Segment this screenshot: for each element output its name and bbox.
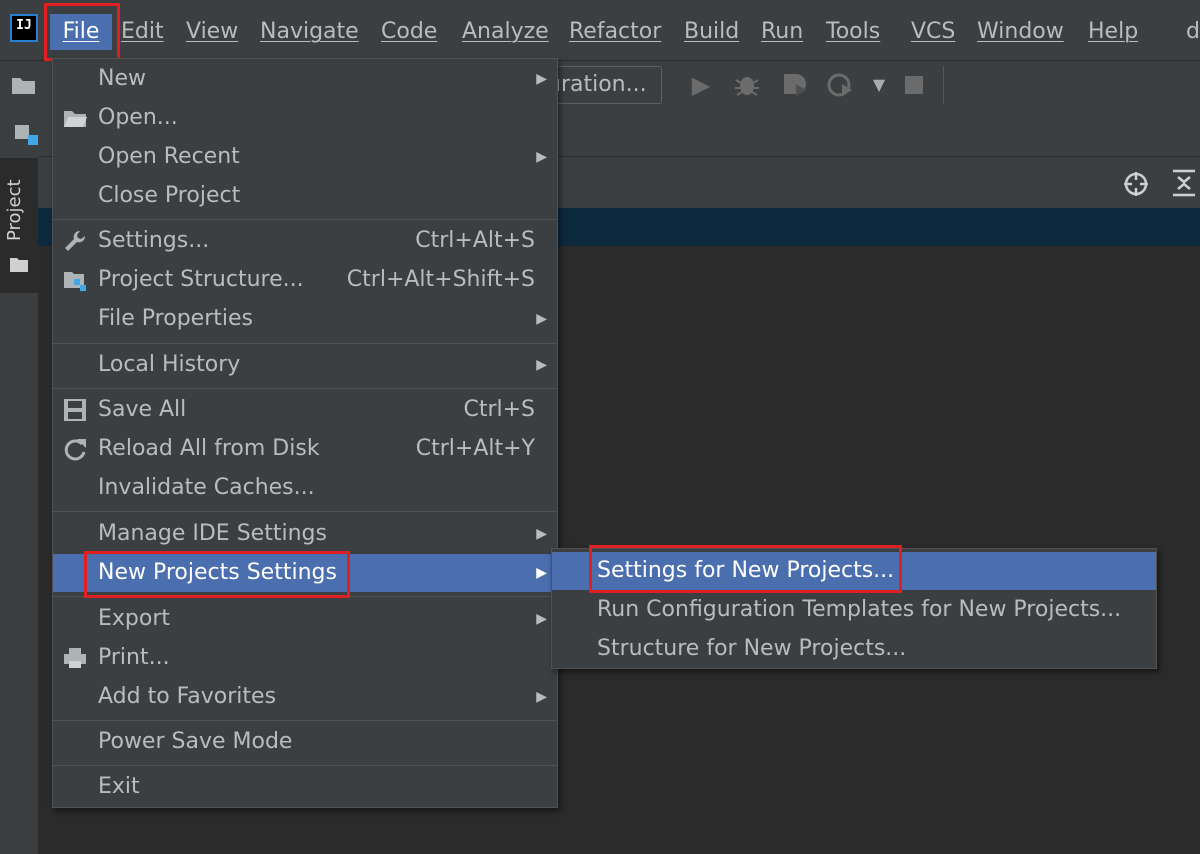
menu-item-label: Project Structure...	[98, 267, 304, 292]
submenu-item-label: Settings for New Projects...	[597, 558, 895, 583]
menu-item-project-structure[interactable]: Project Structure... Ctrl+Alt+Shift+S	[53, 261, 557, 299]
menu-item-shortcut: Ctrl+Alt+Shift+S	[346, 267, 535, 292]
menu-item-label: Exit	[98, 774, 140, 799]
menu-item-file-properties[interactable]: File Properties ▶	[53, 300, 557, 338]
run-configuration-select[interactable]: uration...	[540, 66, 662, 104]
coverage-icon[interactable]	[780, 70, 810, 100]
submenu-arrow-icon: ▶	[536, 357, 547, 373]
menu-item-label: Open...	[98, 105, 178, 130]
submenu-item-structure-for-new-projects[interactable]: Structure for New Projects...	[552, 630, 1156, 668]
menu-item-add-to-favorites[interactable]: Add to Favorites ▶	[53, 678, 557, 716]
menu-item-label: Add to Favorites	[98, 684, 277, 709]
folder-open-icon	[64, 111, 87, 127]
menu-separator	[53, 511, 557, 512]
submenu-arrow-icon: ▶	[536, 71, 547, 87]
menu-item-shortcut: Ctrl+Alt+S	[415, 228, 535, 253]
menu-item-close-project[interactable]: Close Project	[53, 177, 557, 215]
debug-icon[interactable]	[732, 70, 762, 100]
menu-help[interactable]: Help	[1088, 14, 1138, 50]
menu-item-label: Close Project	[98, 183, 241, 208]
menu-item-label: Export	[98, 606, 171, 631]
folder-open-icon[interactable]	[11, 74, 37, 96]
menubar-overflow-text: d	[1186, 19, 1200, 44]
submenu-item-run-configuration-templates[interactable]: Run Configuration Templates for New Proj…	[552, 591, 1156, 629]
submenu-item-settings-for-new-projects[interactable]: Settings for New Projects...	[552, 552, 1156, 590]
menu-run[interactable]: Run	[761, 14, 803, 50]
menu-item-invalidate-caches[interactable]: Invalidate Caches...	[53, 469, 557, 507]
menu-view[interactable]: View	[186, 14, 238, 50]
menu-item-reload-all[interactable]: Reload All from Disk Ctrl+Alt+Y	[53, 430, 557, 468]
menu-bar: IJ File Edit View Navigate Code Analyze …	[0, 0, 1200, 61]
submenu-arrow-icon: ▶	[536, 689, 547, 705]
menu-item-label: New	[98, 66, 146, 91]
menu-item-label: Print...	[98, 645, 170, 670]
menu-tools[interactable]: Tools	[826, 14, 880, 50]
menu-separator	[53, 765, 557, 766]
save-icon	[64, 399, 86, 421]
wrench-icon	[65, 230, 86, 251]
menu-separator	[53, 720, 557, 721]
menu-separator	[53, 388, 557, 389]
menu-window[interactable]: Window	[977, 14, 1064, 50]
menu-analyze[interactable]: Analyze	[462, 14, 549, 50]
menu-file[interactable]: File	[50, 14, 112, 50]
menu-item-print[interactable]: Print...	[53, 639, 557, 677]
menu-item-label: Power Save Mode	[98, 729, 293, 754]
menu-item-manage-ide-settings[interactable]: Manage IDE Settings ▶	[53, 515, 557, 553]
new-projects-settings-submenu: Settings for New Projects... Run Configu…	[551, 548, 1157, 669]
menu-separator	[53, 343, 557, 344]
submenu-item-label: Structure for New Projects...	[597, 636, 907, 661]
menu-refactor[interactable]: Refactor	[569, 14, 661, 50]
menu-separator	[53, 219, 557, 220]
menu-item-label: Settings...	[98, 228, 210, 253]
menu-separator	[53, 596, 557, 597]
menu-item-label: File Properties	[98, 306, 253, 331]
submenu-item-label: Run Configuration Templates for New Proj…	[597, 597, 1122, 622]
menu-item-save-all[interactable]: Save All Ctrl+S	[53, 391, 557, 429]
menu-navigate[interactable]: Navigate	[260, 14, 359, 50]
stop-icon[interactable]	[899, 70, 929, 100]
menu-code[interactable]: Code	[381, 14, 437, 50]
app-logo-icon: IJ	[10, 14, 38, 42]
toolbar-divider	[943, 66, 944, 104]
menu-item-label: Manage IDE Settings	[98, 521, 327, 546]
printer-icon	[64, 648, 86, 668]
menu-item-open[interactable]: Open...	[53, 99, 557, 137]
menu-item-label: Save All	[98, 397, 187, 422]
submenu-arrow-icon: ▶	[536, 526, 547, 542]
folder-icon	[10, 258, 28, 272]
locate-target-icon[interactable]	[1122, 170, 1150, 198]
project-tab-label[interactable]: Project	[4, 175, 34, 245]
collapse-all-icon[interactable]	[1171, 168, 1197, 198]
menu-item-export[interactable]: Export ▶	[53, 600, 557, 638]
menu-item-power-save-mode[interactable]: Power Save Mode	[53, 723, 557, 761]
chevron-down-icon[interactable]: ▼	[864, 70, 894, 100]
menu-item-label: Open Recent	[98, 144, 240, 169]
submenu-arrow-icon: ▶	[536, 149, 547, 165]
menu-item-open-recent[interactable]: Open Recent ▶	[53, 138, 557, 176]
run-icon[interactable]: ▶	[686, 70, 716, 100]
menu-item-label: New Projects Settings	[98, 560, 337, 585]
menu-item-settings[interactable]: Settings... Ctrl+Alt+S	[53, 222, 557, 260]
menu-edit[interactable]: Edit	[121, 14, 164, 50]
reload-icon	[64, 439, 86, 461]
menu-item-label: Invalidate Caches...	[98, 475, 315, 500]
submenu-arrow-icon: ▶	[536, 565, 547, 581]
submenu-arrow-icon: ▶	[536, 311, 547, 327]
menu-item-label: Local History	[98, 352, 241, 377]
menu-item-label: Reload All from Disk	[98, 436, 320, 461]
submenu-arrow-icon: ▶	[536, 611, 547, 627]
project-structure-icon	[64, 272, 86, 291]
menu-item-exit[interactable]: Exit	[53, 768, 557, 806]
menu-build[interactable]: Build	[684, 14, 739, 50]
file-menu-dropdown: New ▶ Open... Open Recent ▶ Close Projec…	[52, 58, 558, 808]
menu-item-new[interactable]: New ▶	[53, 60, 557, 98]
menu-item-shortcut: Ctrl+S	[463, 397, 535, 422]
profile-icon[interactable]	[826, 70, 856, 100]
menu-vcs[interactable]: VCS	[911, 14, 955, 50]
menu-item-local-history[interactable]: Local History ▶	[53, 346, 557, 384]
menu-item-new-projects-settings[interactable]: New Projects Settings ▶	[53, 554, 557, 592]
menu-item-shortcut: Ctrl+Alt+Y	[415, 436, 535, 461]
